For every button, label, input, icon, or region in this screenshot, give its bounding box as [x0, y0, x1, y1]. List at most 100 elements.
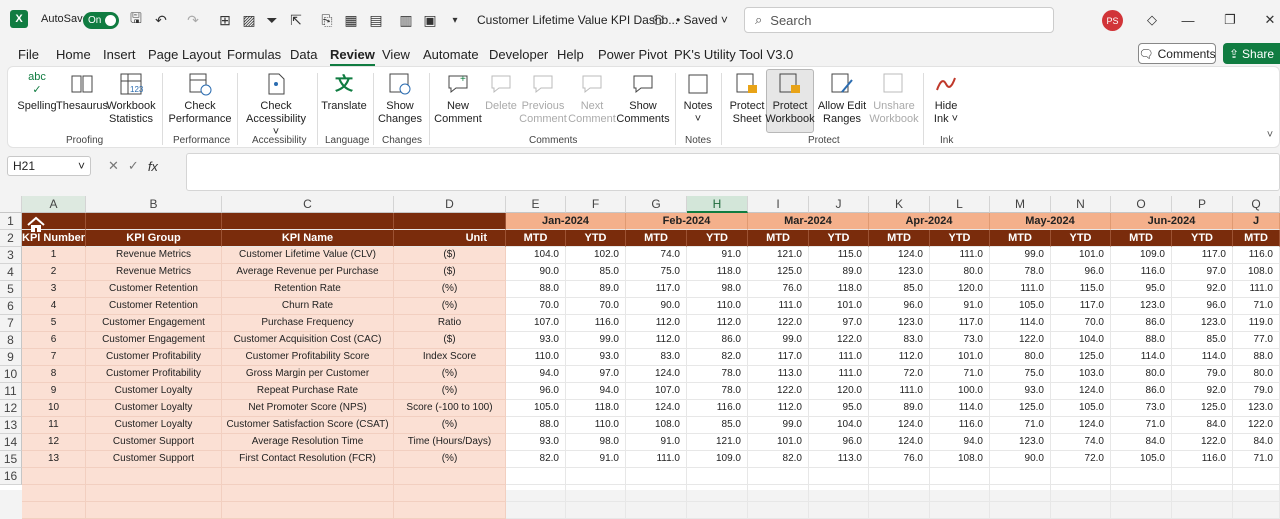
value-cell[interactable]: 72.0	[869, 366, 930, 383]
value-cell[interactable]: 111.0	[626, 451, 687, 468]
empty-cell[interactable]	[748, 468, 809, 485]
value-cell[interactable]: 84.0	[1172, 417, 1233, 434]
new-comment-button[interactable]: + New Comment	[433, 70, 483, 126]
undo-icon[interactable]: ↶	[152, 11, 170, 29]
value-cell[interactable]: 111.0	[869, 383, 930, 400]
empty-cell[interactable]	[1111, 468, 1172, 485]
empty-cell[interactable]	[394, 502, 506, 519]
value-cell[interactable]: 94.0	[566, 383, 626, 400]
tab-home[interactable]: Home	[56, 47, 91, 62]
empty-cell[interactable]	[869, 468, 930, 485]
value-cell[interactable]: 96.0	[506, 383, 566, 400]
kpi-name-cell[interactable]: Average Resolution Time	[222, 434, 394, 451]
empty-cell[interactable]	[222, 468, 394, 485]
value-cell[interactable]: 91.0	[566, 451, 626, 468]
check-performance-button[interactable]: Check Performance	[168, 70, 232, 126]
value-cell[interactable]: 117.0	[930, 315, 990, 332]
translate-button[interactable]: 文 Translate	[321, 70, 367, 113]
value-cell[interactable]: 124.0	[869, 247, 930, 264]
kpi-name-cell[interactable]: First Contact Resolution (FCR)	[222, 451, 394, 468]
value-cell[interactable]: 84.0	[1233, 434, 1280, 451]
value-cell[interactable]: 112.0	[626, 315, 687, 332]
value-cell[interactable]: 85.0	[869, 281, 930, 298]
column-header[interactable]: N	[1051, 196, 1111, 213]
kpi-group-cell[interactable]: Revenue Metrics	[86, 264, 222, 281]
diamond-icon[interactable]: ◇	[1144, 12, 1160, 28]
value-cell[interactable]: 109.0	[1111, 247, 1172, 264]
value-cell[interactable]: 71.0	[1233, 298, 1280, 315]
kpi-group-cell[interactable]: Customer Retention	[86, 298, 222, 315]
kpi-number-cell[interactable]: 9	[22, 383, 86, 400]
empty-cell[interactable]	[626, 468, 687, 485]
kpi-group-cell[interactable]: Customer Support	[86, 451, 222, 468]
value-cell[interactable]: 124.0	[869, 417, 930, 434]
empty-cell[interactable]	[626, 502, 687, 519]
kpi-group-cell[interactable]: Customer Profitability	[86, 366, 222, 383]
empty-cell[interactable]	[394, 468, 506, 485]
kpi-group-cell[interactable]: Customer Support	[86, 434, 222, 451]
value-cell[interactable]: 122.0	[748, 315, 809, 332]
empty-cell[interactable]	[22, 468, 86, 485]
restore-icon[interactable]: ❐	[1222, 12, 1238, 28]
empty-cell[interactable]	[22, 502, 86, 519]
value-cell[interactable]: 88.0	[506, 281, 566, 298]
workbook-statistics-button[interactable]: 123 Workbook Statistics	[106, 70, 156, 126]
kpi-name-cell[interactable]: Gross Margin per Customer	[222, 366, 394, 383]
value-cell[interactable]: 70.0	[1051, 315, 1111, 332]
kpi-number-cell[interactable]: 11	[22, 417, 86, 434]
kpi-name-cell[interactable]: Net Promoter Score (NPS)	[222, 400, 394, 417]
value-cell[interactable]: 110.0	[506, 349, 566, 366]
tab-file[interactable]: File	[18, 47, 39, 62]
value-cell[interactable]: 125.0	[1051, 349, 1111, 366]
value-cell[interactable]: 105.0	[1111, 451, 1172, 468]
kpi-number-cell[interactable]: 3	[22, 281, 86, 298]
value-cell[interactable]: 73.0	[1111, 400, 1172, 417]
empty-cell[interactable]	[990, 468, 1051, 485]
show-changes-button[interactable]: Show Changes	[377, 70, 423, 126]
kpi-number-cell[interactable]: 12	[22, 434, 86, 451]
unit-cell[interactable]: Time (Hours/Days)	[394, 434, 506, 451]
value-cell[interactable]: 124.0	[626, 366, 687, 383]
value-cell[interactable]: 93.0	[506, 434, 566, 451]
kpi-number-cell[interactable]: 6	[22, 332, 86, 349]
column-header[interactable]: G	[626, 196, 687, 213]
value-cell[interactable]: 123.0	[1233, 400, 1280, 417]
value-cell[interactable]: 121.0	[687, 434, 748, 451]
column-header[interactable]: A	[22, 196, 86, 213]
cancel-icon[interactable]: ✕	[108, 158, 119, 174]
unit-cell[interactable]: (%)	[394, 451, 506, 468]
customize-qat-icon[interactable]: ▾	[446, 11, 464, 29]
value-cell[interactable]: 118.0	[809, 281, 869, 298]
unit-cell[interactable]: Index Score	[394, 349, 506, 366]
empty-cell[interactable]	[222, 485, 394, 502]
value-cell[interactable]: 101.0	[1051, 247, 1111, 264]
value-cell[interactable]: 78.0	[990, 264, 1051, 281]
value-cell[interactable]: 112.0	[748, 400, 809, 417]
column-header[interactable]: F	[566, 196, 626, 213]
value-cell[interactable]: 96.0	[809, 434, 869, 451]
tab-pk-utility[interactable]: PK's Utility Tool V3.0	[674, 47, 793, 62]
unit-cell[interactable]: (%)	[394, 417, 506, 434]
value-cell[interactable]: 79.0	[1172, 366, 1233, 383]
empty-cell[interactable]	[687, 468, 748, 485]
value-cell[interactable]: 93.0	[566, 349, 626, 366]
print-preview-icon[interactable]: ▣	[421, 11, 439, 29]
column-header[interactable]: K	[869, 196, 930, 213]
value-cell[interactable]: 97.0	[566, 366, 626, 383]
value-cell[interactable]: 80.0	[1233, 366, 1280, 383]
value-cell[interactable]: 73.0	[930, 332, 990, 349]
empty-cell[interactable]	[566, 485, 626, 502]
value-cell[interactable]: 105.0	[506, 400, 566, 417]
value-cell[interactable]: 98.0	[687, 281, 748, 298]
value-cell[interactable]: 107.0	[626, 383, 687, 400]
kpi-group-cell[interactable]: Customer Loyalty	[86, 383, 222, 400]
row-header[interactable]: 16	[0, 468, 22, 485]
value-cell[interactable]: 111.0	[748, 298, 809, 315]
column-header[interactable]: J	[809, 196, 869, 213]
value-cell[interactable]: 108.0	[1233, 264, 1280, 281]
kpi-number-cell[interactable]: 2	[22, 264, 86, 281]
protect-workbook-button[interactable]: Protect Workbook	[765, 69, 815, 133]
kpi-group-cell[interactable]: Customer Engagement	[86, 315, 222, 332]
value-cell[interactable]: 89.0	[809, 264, 869, 281]
value-cell[interactable]: 101.0	[809, 298, 869, 315]
